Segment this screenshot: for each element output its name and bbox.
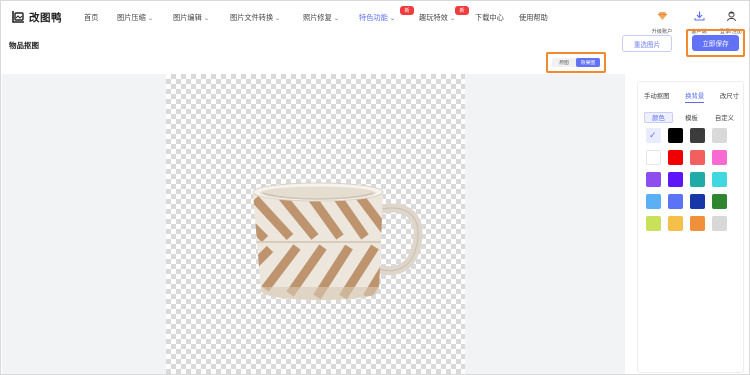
subtab-template[interactable]: 模板	[677, 112, 706, 123]
color-swatch-grid: ✓	[646, 128, 727, 231]
color-swatch[interactable]	[690, 194, 705, 209]
panel-tabs: 手动抠图 换背景 改尺寸	[644, 91, 739, 103]
chevron-down-icon: ⌄	[333, 15, 340, 22]
color-swatch[interactable]	[690, 216, 705, 231]
nav-image-compress[interactable]: 图片压缩 ⌄	[117, 13, 154, 23]
color-swatch[interactable]	[712, 172, 727, 187]
view-toggle: 原图 效果图	[552, 58, 600, 67]
chevron-down-icon: ⌄	[147, 15, 154, 22]
color-swatch[interactable]	[690, 128, 705, 143]
nav-featured[interactable]: 特色功能 ⌄	[359, 13, 396, 23]
nav-home-label: 首页	[84, 13, 99, 22]
color-swatch[interactable]	[712, 216, 727, 231]
nav-file-convert-label: 图片文件转换	[230, 13, 274, 22]
color-swatch[interactable]	[646, 172, 661, 187]
nav-file-convert[interactable]: 图片文件转换 ⌄	[230, 13, 281, 23]
nav-featured-label: 特色功能	[359, 13, 388, 22]
color-swatch[interactable]	[712, 128, 727, 143]
chevron-down-icon: ⌄	[389, 15, 396, 22]
background-settings-panel: 手动抠图 换背景 改尺寸 颜色 模板 自定义 ✓	[637, 81, 744, 373]
color-swatch[interactable]	[646, 150, 661, 165]
save-now-button[interactable]: 立即保存	[692, 35, 739, 51]
chevron-down-icon: ⌄	[203, 15, 210, 22]
nav-image-edit[interactable]: 图片编辑 ⌄	[173, 13, 210, 23]
chevron-down-icon: ⌄	[449, 15, 456, 22]
nav-image-compress-label: 图片压缩	[117, 13, 146, 22]
nav-photo-repair-label: 照片修复	[303, 13, 332, 22]
user-avatar-icon	[726, 11, 736, 22]
color-swatch[interactable]	[668, 128, 683, 143]
app-name: 改图鸭	[29, 12, 62, 24]
color-swatch[interactable]	[712, 150, 727, 165]
nav-download-center[interactable]: 下载中心	[475, 13, 504, 23]
app-window: 改图鸭 首页 图片压缩 ⌄ 图片编辑 ⌄ 图片文件转换 ⌄ 照片修复 ⌄ 特色功能 ⌄ 新…	[0, 0, 750, 375]
upgrade-account-label: 升级账户	[651, 29, 673, 35]
color-swatch[interactable]	[690, 172, 705, 187]
upgrade-account[interactable]: 升级账户	[647, 8, 677, 35]
diamond-icon	[657, 12, 667, 20]
new-badge: 新	[455, 6, 469, 15]
reselect-image-button[interactable]: 重选图片	[622, 35, 672, 52]
nav-download-center-label: 下载中心	[475, 13, 504, 22]
tab-resize[interactable]: 改尺寸	[720, 91, 739, 103]
subtab-color[interactable]: 颜色	[644, 112, 673, 123]
new-badge: 新	[400, 6, 414, 15]
nav-fun-effects[interactable]: 趣玩特效 ⌄	[419, 13, 456, 23]
color-swatch[interactable]	[646, 216, 661, 231]
subtab-custom[interactable]: 自定义	[710, 112, 739, 123]
logo[interactable]: 改图鸭	[10, 10, 62, 25]
color-swatch[interactable]	[668, 172, 683, 187]
tab-change-background[interactable]: 换背景	[685, 91, 705, 103]
view-toggle-highlight-frame: 原图 效果图	[546, 52, 606, 73]
nav-fun-effects-label: 趣玩特效	[419, 13, 448, 22]
top-navbar: 改图鸭 首页 图片压缩 ⌄ 图片编辑 ⌄ 图片文件转换 ⌄ 照片修复 ⌄ 特色功能 ⌄ 新…	[1, 1, 749, 35]
color-swatch[interactable]	[690, 150, 705, 165]
color-swatch[interactable]	[668, 150, 683, 165]
nav-home[interactable]: 首页	[84, 13, 98, 23]
download-icon	[694, 11, 704, 21]
page-title: 物品抠图	[9, 41, 39, 50]
color-swatch[interactable]	[646, 194, 661, 209]
nav-photo-repair[interactable]: 照片修复 ⌄	[303, 13, 340, 23]
save-highlight-frame: 立即保存	[686, 29, 745, 57]
tab-manual-cutout[interactable]: 手动抠图	[644, 91, 670, 103]
nav-help[interactable]: 使用帮助	[519, 13, 548, 23]
mug-image	[252, 182, 423, 300]
nav-help-label: 使用帮助	[519, 13, 548, 22]
check-icon: ✓	[649, 130, 657, 140]
color-swatch[interactable]	[712, 194, 727, 209]
color-swatch[interactable]	[668, 194, 683, 209]
original-view-button[interactable]: 原图	[552, 58, 576, 67]
nav-image-edit-label: 图片编辑	[173, 13, 202, 22]
logo-icon	[10, 10, 25, 25]
background-subtabs: 颜色 模板 自定义	[644, 112, 739, 123]
color-swatch-transparent[interactable]: ✓	[646, 128, 661, 143]
result-view-button[interactable]: 效果图	[576, 58, 600, 67]
chevron-down-icon: ⌄	[274, 15, 281, 22]
color-swatch[interactable]	[668, 216, 683, 231]
